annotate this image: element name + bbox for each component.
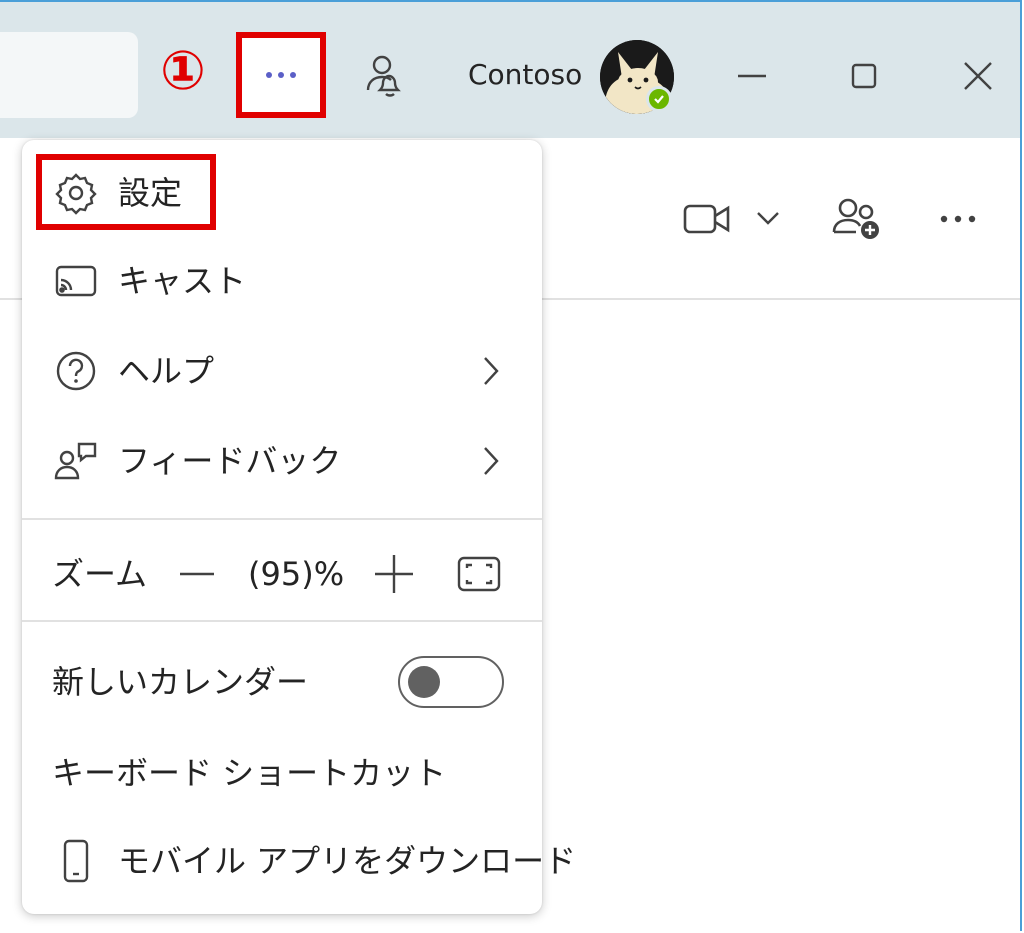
toggle-knob bbox=[408, 666, 440, 698]
phone-icon bbox=[52, 837, 100, 885]
zoom-control: ズーム (95)% bbox=[22, 540, 542, 606]
zoom-out-button[interactable] bbox=[172, 552, 222, 596]
menu-item-label: モバイル アプリをダウンロード bbox=[118, 842, 577, 880]
minimize-icon[interactable] bbox=[726, 50, 778, 102]
chevron-down-icon[interactable] bbox=[750, 200, 786, 236]
feedback-icon bbox=[52, 437, 100, 485]
menu-item-download-mobile-app[interactable]: モバイル アプリをダウンロード bbox=[22, 826, 576, 896]
new-calendar-label: 新しいカレンダー bbox=[52, 663, 309, 701]
organization-name: Contoso bbox=[468, 58, 583, 91]
settings-and-more-menu: 設定 キャスト ヘルプ フィードバック ズーム (95)% 新しいカレンダー キ… bbox=[22, 140, 576, 914]
maximize-icon[interactable] bbox=[838, 50, 890, 102]
menu-item-help[interactable]: ヘルプ bbox=[22, 336, 542, 406]
search-box[interactable] bbox=[0, 32, 138, 118]
close-icon[interactable] bbox=[952, 50, 1004, 102]
menu-item-settings[interactable]: 設定 bbox=[22, 158, 542, 228]
menu-item-feedback[interactable]: フィードバック bbox=[22, 426, 542, 496]
notification-person-icon[interactable] bbox=[356, 50, 410, 104]
more-dots-icon bbox=[266, 72, 296, 78]
zoom-level: (95)% bbox=[248, 555, 345, 593]
more-options-icon[interactable] bbox=[930, 192, 986, 246]
menu-item-label: キャスト bbox=[118, 262, 247, 300]
settings-and-more-button[interactable] bbox=[236, 32, 326, 118]
video-camera-icon[interactable] bbox=[680, 192, 734, 246]
fit-to-screen-icon[interactable] bbox=[454, 550, 504, 598]
zoom-label: ズーム bbox=[52, 555, 148, 593]
app-window: ① Contoso 設定 キャスト ヘルプ フィードバック ズーム (95)% … bbox=[0, 0, 1022, 931]
new-calendar-toggle[interactable] bbox=[398, 656, 504, 708]
cast-icon bbox=[52, 257, 100, 305]
help-circle-icon bbox=[52, 347, 100, 395]
zoom-in-button[interactable] bbox=[370, 550, 418, 598]
gear-icon bbox=[52, 169, 100, 217]
chevron-right-icon bbox=[476, 441, 506, 481]
chevron-right-icon bbox=[476, 351, 506, 391]
add-people-icon[interactable] bbox=[826, 192, 886, 246]
menu-item-keyboard-shortcuts[interactable]: キーボード ショートカット bbox=[22, 738, 542, 808]
title-bar: ① Contoso bbox=[0, 2, 1020, 138]
menu-item-label: キーボード ショートカット bbox=[52, 754, 447, 792]
menu-item-label: 設定 bbox=[118, 174, 183, 212]
menu-divider bbox=[22, 518, 542, 520]
annotation-step-1: ① bbox=[160, 39, 206, 102]
menu-item-label: フィードバック bbox=[118, 442, 342, 480]
menu-item-label: ヘルプ bbox=[118, 352, 215, 390]
menu-divider bbox=[22, 620, 542, 622]
menu-item-cast[interactable]: キャスト bbox=[22, 246, 542, 316]
presence-available-icon bbox=[646, 86, 672, 112]
